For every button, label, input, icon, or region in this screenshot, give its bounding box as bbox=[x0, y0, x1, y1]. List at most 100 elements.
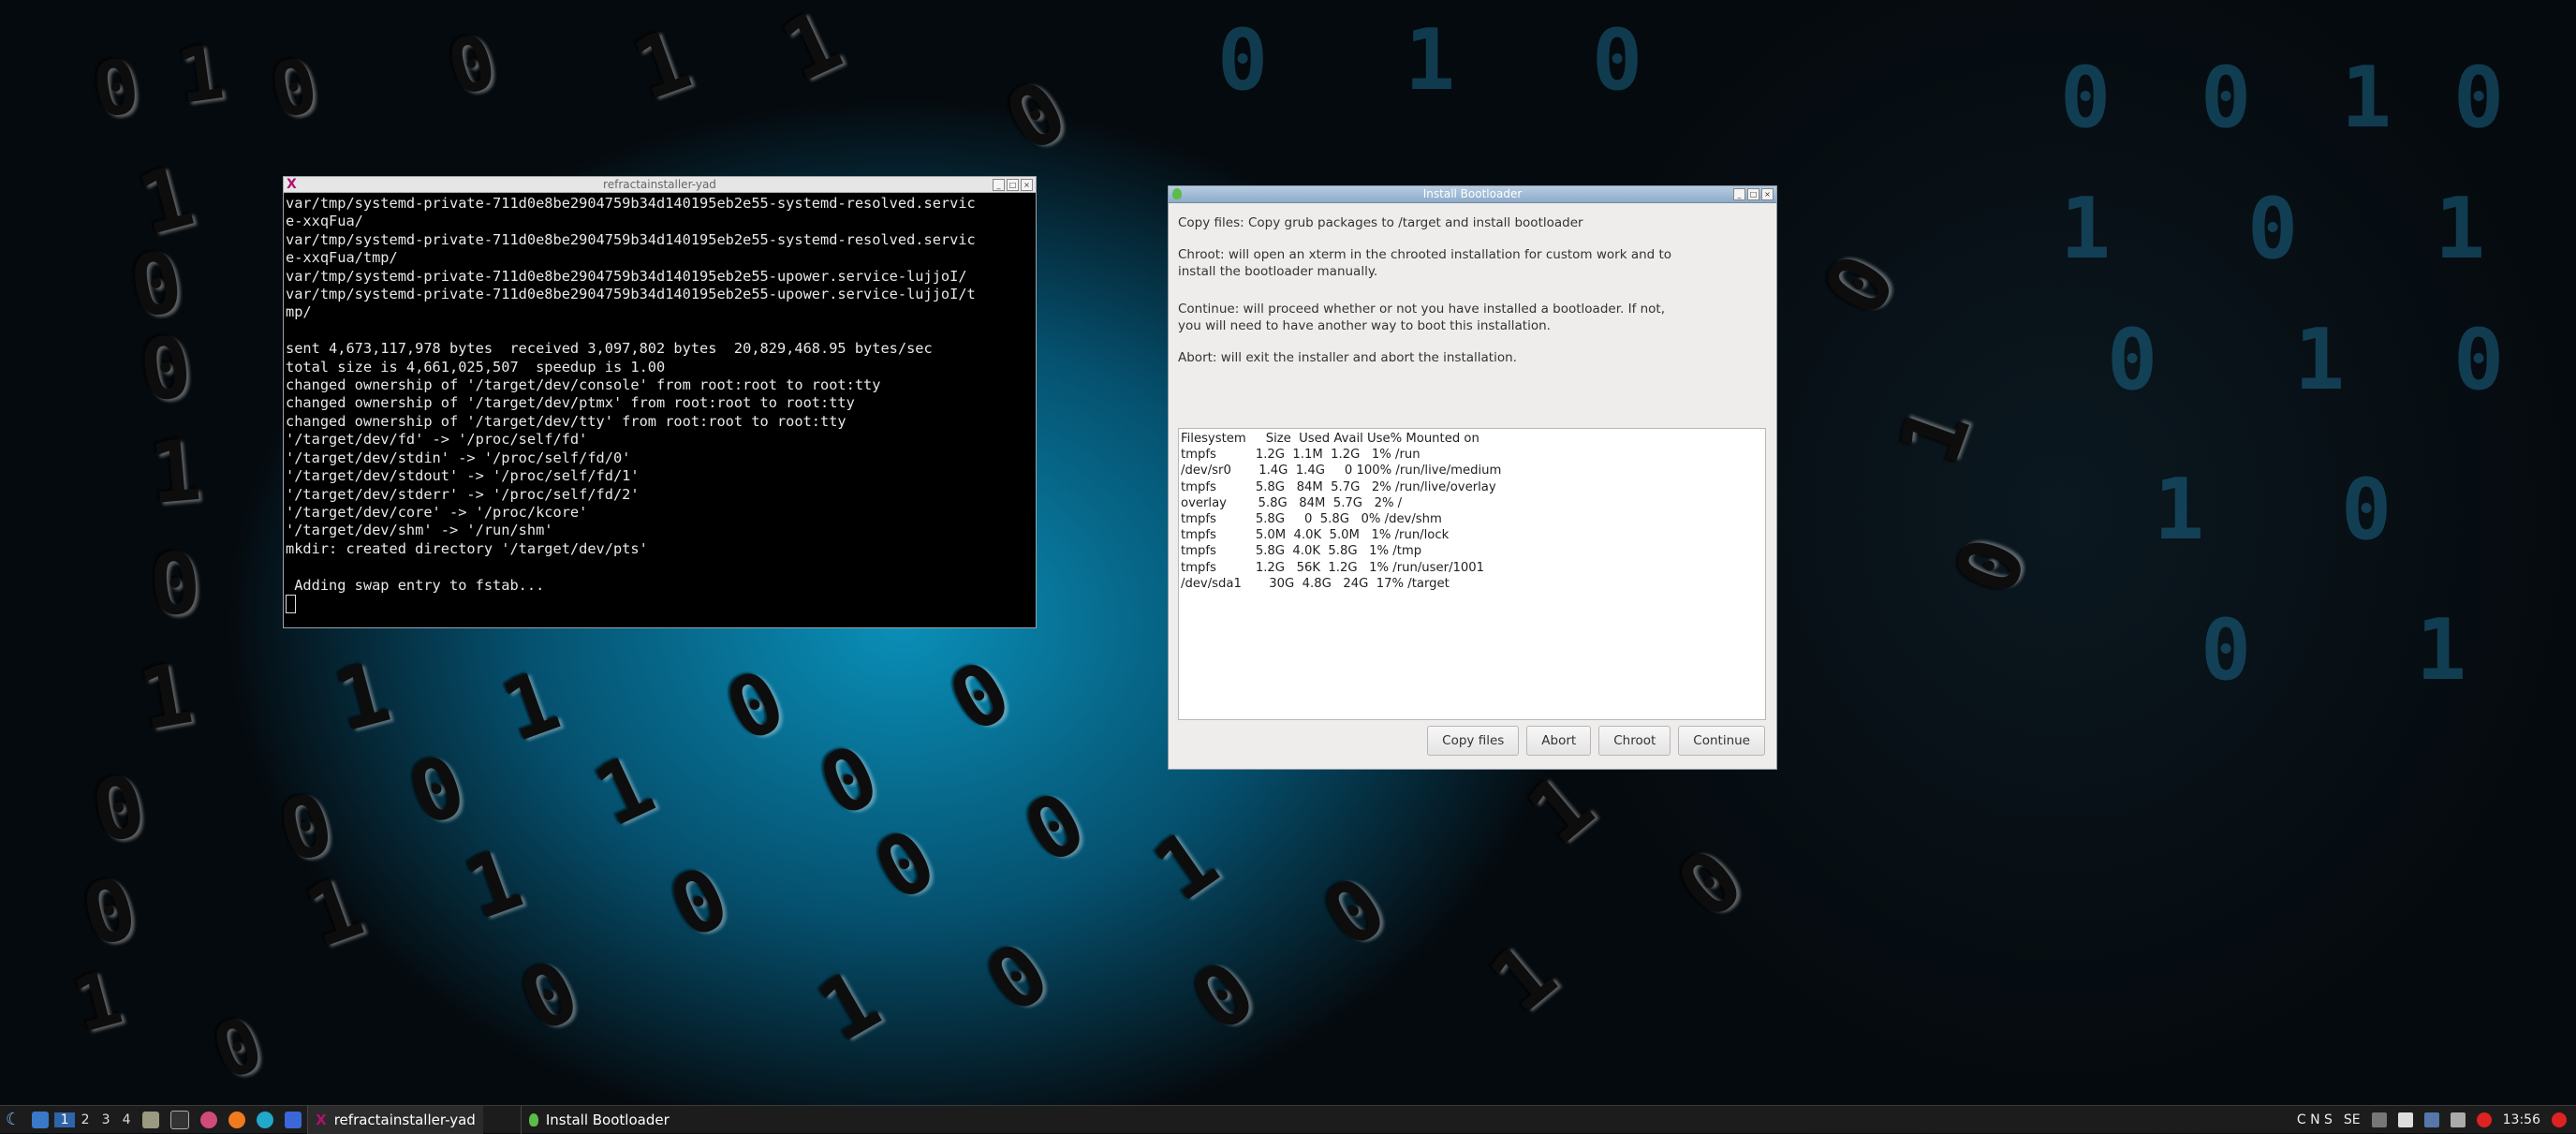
task-label: refractainstaller-yad bbox=[333, 1111, 476, 1128]
power-icon[interactable] bbox=[2552, 1112, 2567, 1127]
download-icon[interactable] bbox=[285, 1111, 302, 1128]
wallpaper-digit: 1 bbox=[2154, 461, 2205, 559]
task-install-bootloader[interactable]: Install Bootloader bbox=[520, 1105, 677, 1134]
workspace-4[interactable]: 4 bbox=[116, 1112, 137, 1127]
file-manager-icon[interactable] bbox=[142, 1111, 160, 1128]
terminal-line: e-xxqFua/ bbox=[286, 213, 363, 230]
close-button[interactable]: × bbox=[1021, 179, 1033, 191]
settings-icon[interactable] bbox=[257, 1111, 274, 1128]
network-icon[interactable] bbox=[2371, 1112, 2387, 1127]
terminal-line: mkdir: created directory '/target/dev/pt… bbox=[286, 539, 648, 557]
install-bootloader-dialog: Install Bootloader _ □ × Copy files: Cop… bbox=[1168, 185, 1777, 770]
workspace-2[interactable]: 2 bbox=[75, 1112, 96, 1127]
terminal-icon[interactable] bbox=[170, 1110, 190, 1129]
terminal-line: mp/ bbox=[286, 303, 312, 321]
terminal-line: '/target/dev/stdout' -> '/proc/self/fd/1… bbox=[286, 467, 640, 485]
wallpaper-digit: 0 bbox=[859, 810, 952, 921]
wallpaper-digit: 0 bbox=[805, 726, 893, 837]
app-launcher-icon[interactable] bbox=[200, 1111, 218, 1128]
keyboard-indicators: C N S bbox=[2296, 1112, 2333, 1127]
terminal-line: sent 4,673,117,978 bytes received 3,097,… bbox=[286, 340, 933, 358]
task-refractainstaller[interactable]: X refractainstaller-yad bbox=[307, 1105, 483, 1134]
wallpaper-digit: 0 bbox=[2341, 461, 2392, 559]
terminal-line: '/target/dev/stderr' -> '/proc/self/fd/2… bbox=[286, 485, 640, 503]
terminal-output[interactable]: var/tmp/systemd-private-711d0e8be2904759… bbox=[284, 193, 1036, 615]
wallpaper-digit: 1 bbox=[452, 829, 535, 940]
wallpaper-digit: 0 bbox=[83, 756, 155, 863]
wallpaper-digit: 0 bbox=[2201, 601, 2252, 700]
wallpaper-digit: 0 bbox=[133, 317, 199, 422]
wallpaper-digit: 1 bbox=[1880, 394, 1991, 477]
close-button[interactable]: × bbox=[1761, 188, 1774, 200]
wallpaper-digit: 1 bbox=[1137, 811, 1236, 921]
wallpaper-digit: 0 bbox=[1592, 11, 1643, 110]
app-icon bbox=[1172, 188, 1182, 199]
terminal-line: '/target/dev/stdin' -> '/proc/self/fd/0' bbox=[286, 449, 631, 466]
terminal-title: refractainstaller-yad bbox=[603, 178, 716, 191]
wallpaper-digit: 0 bbox=[1804, 239, 1916, 332]
wallpaper-digit: 0 bbox=[1305, 858, 1405, 968]
wallpaper-digit: 1 bbox=[132, 644, 199, 750]
disk-usage-textarea[interactable]: Filesystem Size Used Avail Use% Mounted … bbox=[1178, 428, 1766, 720]
dialog-titlebar[interactable]: Install Bootloader _ □ × bbox=[1169, 186, 1776, 203]
terminal-line: '/target/dev/core' -> '/proc/kcore' bbox=[286, 503, 588, 521]
dialog-title: Install Bootloader bbox=[1422, 187, 1523, 200]
wallpaper-digit: 1 bbox=[768, 0, 856, 102]
wallpaper-digit: 1 bbox=[64, 953, 131, 1050]
terminal-line: changed ownership of '/target/dev/ptmx' … bbox=[286, 394, 855, 412]
wallpaper-digit: 1 bbox=[1472, 923, 1575, 1033]
wallpaper-digit: 0 bbox=[396, 735, 478, 847]
terminal-titlebar[interactable]: X refractainstaller-yad _ □ × bbox=[284, 177, 1036, 193]
start-menu-icon[interactable]: ☾ bbox=[0, 1106, 26, 1134]
workspace-1[interactable]: 1 bbox=[54, 1112, 76, 1127]
updates-icon[interactable] bbox=[2423, 1112, 2439, 1127]
wallpaper-digit: 0 bbox=[1008, 773, 1102, 884]
wallpaper-digit: 0 bbox=[262, 41, 326, 137]
wallpaper-digit: 0 bbox=[990, 61, 1083, 172]
maximize-button[interactable]: □ bbox=[1747, 188, 1759, 200]
wallpaper-digit: 0 bbox=[1217, 11, 1269, 110]
terminal-line: var/tmp/systemd-private-711d0e8be2904759… bbox=[286, 267, 967, 285]
maximize-button[interactable]: □ bbox=[1007, 179, 1019, 191]
wallpaper-digit: 1 bbox=[2060, 180, 2112, 278]
wallpaper-digit: 0 bbox=[72, 858, 147, 967]
wallpaper-digit: 0 bbox=[145, 533, 205, 637]
wallpaper-digit: 1 bbox=[2294, 311, 2346, 409]
volume-icon[interactable] bbox=[2450, 1112, 2466, 1127]
terminal-line: changed ownership of '/target/dev/consol… bbox=[286, 376, 881, 394]
clipboard-icon[interactable] bbox=[2397, 1112, 2413, 1127]
wallpaper-digit: 1 bbox=[581, 735, 669, 847]
copy-files-button[interactable]: Copy files bbox=[1427, 726, 1520, 756]
continue-button[interactable]: Continue bbox=[1678, 726, 1765, 756]
terminal-line: changed ownership of '/target/dev/tty' f… bbox=[286, 412, 846, 430]
wallpaper-digit: 1 bbox=[2435, 180, 2486, 278]
wallpaper-digit: 0 bbox=[1659, 830, 1762, 939]
chroot-button[interactable]: Chroot bbox=[1598, 726, 1671, 756]
task-label: Install Bootloader bbox=[545, 1111, 670, 1128]
keyboard-layout[interactable]: SE bbox=[2344, 1112, 2361, 1127]
abort-description: Abort: will exit the installer and abort… bbox=[1178, 350, 1517, 365]
wallpaper-digit: 1 bbox=[2416, 601, 2467, 700]
workspace-3[interactable]: 3 bbox=[96, 1112, 116, 1127]
clock[interactable]: 13:56 bbox=[2503, 1112, 2540, 1127]
minimize-button[interactable]: _ bbox=[1733, 188, 1745, 200]
wallpaper-digit: 0 bbox=[2453, 49, 2505, 147]
wallpaper-digit: 0 bbox=[1936, 525, 2047, 608]
alert-icon[interactable] bbox=[2476, 1112, 2492, 1127]
wallpaper-digit: 1 bbox=[2341, 49, 2392, 147]
wallpaper-digit: 0 bbox=[655, 847, 743, 959]
wallpaper-digit: 1 bbox=[171, 28, 229, 121]
show-desktop-icon[interactable] bbox=[32, 1111, 50, 1128]
terminal-line: '/target/dev/fd' -> '/proc/self/fd' bbox=[286, 431, 588, 449]
abort-button[interactable]: Abort bbox=[1526, 726, 1592, 756]
wallpaper-digit: 0 bbox=[2201, 49, 2252, 147]
app-icon bbox=[528, 1112, 538, 1127]
terminal-window[interactable]: X refractainstaller-yad _ □ × var/tmp/sy… bbox=[283, 176, 1037, 628]
x-app-icon: X bbox=[316, 1111, 327, 1128]
wallpaper-digit: 0 bbox=[2453, 311, 2505, 409]
terminal-line: e-xxqFua/tmp/ bbox=[286, 249, 398, 267]
firefox-icon[interactable] bbox=[228, 1111, 246, 1128]
minimize-button[interactable]: _ bbox=[993, 179, 1005, 191]
